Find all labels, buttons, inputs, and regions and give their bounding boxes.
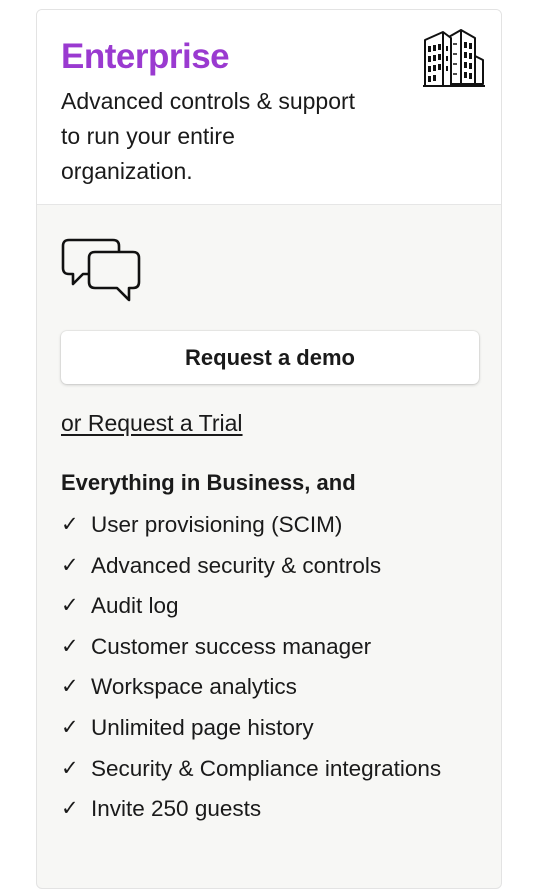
- feature-item: ✓ User provisioning (SCIM): [61, 507, 481, 542]
- feature-item: ✓ Advanced security & controls: [61, 548, 481, 583]
- check-icon: ✓: [61, 553, 79, 577]
- features-heading: Everything in Business, and: [61, 470, 356, 495]
- check-icon: ✓: [61, 513, 79, 536]
- plan-title: Enterprise: [61, 37, 230, 76]
- feature-label: Workspace analytics: [91, 674, 297, 700]
- check-icon: ✓: [61, 594, 79, 618]
- request-demo-button[interactable]: Request a demo: [61, 331, 479, 384]
- feature-label: Invite 250 guests: [91, 796, 262, 822]
- check-icon: ✓: [61, 797, 79, 821]
- chat-bubbles-icon: [61, 238, 141, 304]
- check-icon: ✓: [61, 675, 79, 699]
- plan-description: Advanced controls & support to run your …: [61, 88, 356, 184]
- pricing-card-enterprise: Enterprise Advanced controls & support t…: [36, 9, 502, 889]
- feature-item: ✓ Invite 250 guests: [61, 791, 481, 826]
- feature-item: ✓ Audit log: [61, 588, 481, 623]
- feature-item: ✓ Security & Compliance integrations: [61, 751, 481, 786]
- check-icon: ✓: [61, 634, 79, 658]
- feature-label: User provisioning (SCIM): [91, 512, 343, 537]
- feature-label: Security & Compliance integrations: [91, 755, 442, 781]
- feature-label: Audit log: [91, 593, 179, 619]
- feature-label: Advanced security & controls: [91, 552, 382, 578]
- plan-header: Enterprise Advanced controls & support t…: [37, 10, 501, 205]
- feature-label: Unlimited page history: [91, 714, 314, 740]
- feature-item: ✓ Unlimited page history: [61, 710, 481, 745]
- feature-item: ✓ Workspace analytics: [61, 669, 481, 704]
- feature-list: ✓ User provisioning (SCIM) ✓ Advanced se…: [61, 507, 481, 832]
- feature-label: Customer success manager: [91, 633, 372, 659]
- feature-item: ✓ Customer success manager: [61, 629, 481, 664]
- check-icon: ✓: [61, 715, 79, 739]
- check-icon: ✓: [61, 756, 79, 780]
- building-icon: [421, 26, 487, 90]
- request-trial-link[interactable]: or Request a Trial: [61, 410, 243, 437]
